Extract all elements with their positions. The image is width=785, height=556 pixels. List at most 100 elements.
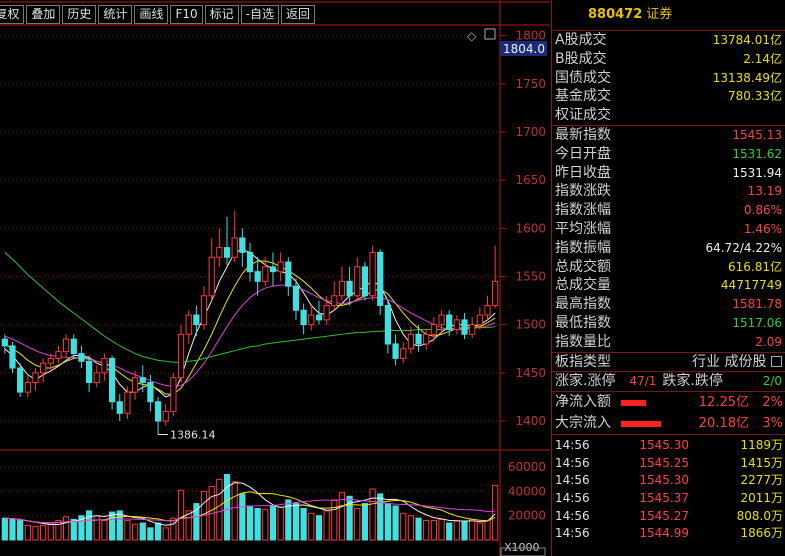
tick-price: 1545.25 (639, 455, 689, 470)
tick-row: 14:56 1544.99 1866万 (552, 525, 785, 543)
candle-body (246, 251, 254, 273)
candle-body (407, 333, 414, 350)
stat-value: 1531.62 (732, 146, 782, 161)
stat-label: 最新指数 (555, 126, 611, 143)
board-type-value[interactable]: 行业 成份股 (692, 353, 782, 372)
volume-bar (323, 510, 330, 541)
tick-price: 1545.37 (639, 490, 689, 505)
stat-value: 44717749 (720, 278, 782, 293)
tick-row: 14:56 1545.25 1415万 (552, 455, 785, 473)
volume-bar (430, 520, 437, 541)
turnover-row: B股成交 2.14亿 (552, 50, 785, 69)
fall-label: 跌家.跌停 (662, 373, 723, 390)
volume-bar (170, 517, 177, 541)
stat-row: 最低指数 1517.06 (552, 314, 785, 333)
candle-body (285, 261, 292, 287)
toolbar-button-2[interactable]: 历史 (62, 5, 97, 24)
stat-value: 616.81亿 (728, 259, 782, 274)
low-annotation: 1386.14 (170, 429, 216, 442)
chart-toolbar: 复权 叠加 历史 统计 画线 F10 标记 -自选 返回 (0, 5, 315, 24)
stat-label: 总成交额 (555, 258, 611, 275)
candle-body (430, 324, 437, 335)
volume-bar (300, 507, 307, 541)
candle-body (9, 345, 16, 369)
stat-value: 13.19 (747, 184, 782, 199)
turnover-row: A股成交 13784.01亿 (552, 31, 785, 50)
stats-section: 最新指数 1545.13 今日开盘 1531.62 昨日收盘 1531.94 指数涨跌 13.… (552, 126, 785, 352)
stat-label: 平均涨幅 (555, 220, 611, 237)
toolbar-button-4[interactable]: 画线 (134, 5, 169, 24)
candle-body (200, 295, 208, 326)
list-icon[interactable] (771, 356, 782, 368)
flow-pct: 3% (762, 416, 783, 432)
toolbar-button-6[interactable]: 标记 (204, 5, 239, 24)
stat-row: 昨日收盘 1531.94 (552, 164, 785, 183)
turnover-row: 权证成交 (552, 106, 785, 125)
candle-body (40, 362, 47, 374)
turnover-label: A股成交 (555, 32, 607, 48)
candle-body (415, 333, 422, 345)
candle-body (461, 319, 468, 335)
candle-body (177, 333, 185, 379)
toolbar-button-3[interactable]: 统计 (98, 5, 133, 24)
volume-bar (177, 489, 185, 541)
tick-volume: 808.0万 (736, 508, 783, 523)
candle-body (315, 314, 323, 321)
volume-bar (331, 499, 338, 541)
volume-bar (262, 509, 269, 541)
volume-bar (446, 522, 453, 541)
stat-label: 今日开盘 (555, 145, 611, 162)
candle-body (331, 295, 338, 306)
candle-body (147, 381, 154, 403)
volume-bar (231, 481, 238, 541)
volume-bar (315, 515, 323, 541)
toolbar-button-0[interactable]: 复权 (0, 5, 25, 24)
volume-bar (308, 512, 315, 541)
stat-label: 指数涨幅 (555, 202, 611, 219)
index-info-panel: 880472 证券 A股成交 13784.01亿 B股成交 2.14亿 国债成交 13138… (551, 0, 785, 556)
board-type-text: 行业 成份股 (692, 353, 767, 370)
volume-bar (139, 522, 146, 541)
candle-body (308, 314, 315, 326)
turnover-label: B股成交 (555, 50, 607, 67)
volume-bar (484, 520, 491, 541)
updown-row: 涨家.涨停 47/1 跌家.跌停 2/0 (552, 372, 785, 391)
stat-label: 指数量比 (555, 333, 611, 350)
tick-row: 14:56 1545.30 1189万 (552, 437, 785, 455)
volume-bar (70, 518, 77, 541)
candle-body (216, 247, 223, 258)
flow-pct: 2% (762, 395, 783, 411)
kline-chart-area[interactable]: 1800 1750 1700 1650 1600 1550 1500 1450 1400 6000… (0, 0, 550, 556)
volume-bar (1, 517, 8, 541)
kline-chart[interactable]: 1800 1750 1700 1650 1600 1550 1500 1450 1400 6000… (0, 0, 550, 556)
volume-bar (162, 527, 169, 541)
flow-label: 净流入额 (555, 394, 611, 411)
candle-body (170, 377, 177, 412)
candle-body (323, 304, 330, 321)
candle-body (101, 357, 108, 374)
toolbar-button-5[interactable]: F10 (170, 5, 203, 24)
candle-body (438, 314, 445, 326)
toolbar-button-7[interactable]: -自选 (240, 5, 279, 24)
candle-body (369, 251, 376, 297)
candle-body (154, 401, 162, 422)
volume-bar (124, 520, 131, 541)
price-tick-label: 1800 (515, 29, 546, 43)
volume-bar (55, 520, 62, 541)
tick-time: 14:56 (555, 438, 590, 453)
tick-time: 14:56 (555, 508, 590, 523)
toolbar-button-1[interactable]: 叠加 (26, 5, 61, 24)
candle-body (185, 314, 192, 335)
board-type-label: 板指类型 (555, 353, 611, 370)
stat-row: 指数量比 2.09 (552, 333, 785, 352)
rise-value: 47/1 (629, 374, 657, 389)
toolbar-button-8[interactable]: 返回 (280, 5, 315, 24)
candle-body (70, 338, 77, 355)
volume-bar (438, 518, 445, 541)
tick-volume: 1189万 (740, 438, 783, 453)
turnover-section: A股成交 13784.01亿 B股成交 2.14亿 国债成交 13138.49亿 基金成交 7… (552, 31, 785, 125)
tick-row: 14:56 1545.37 2011万 (552, 490, 785, 508)
candle-body (262, 266, 269, 282)
volume-bar (292, 503, 300, 541)
candle-body (47, 357, 54, 364)
